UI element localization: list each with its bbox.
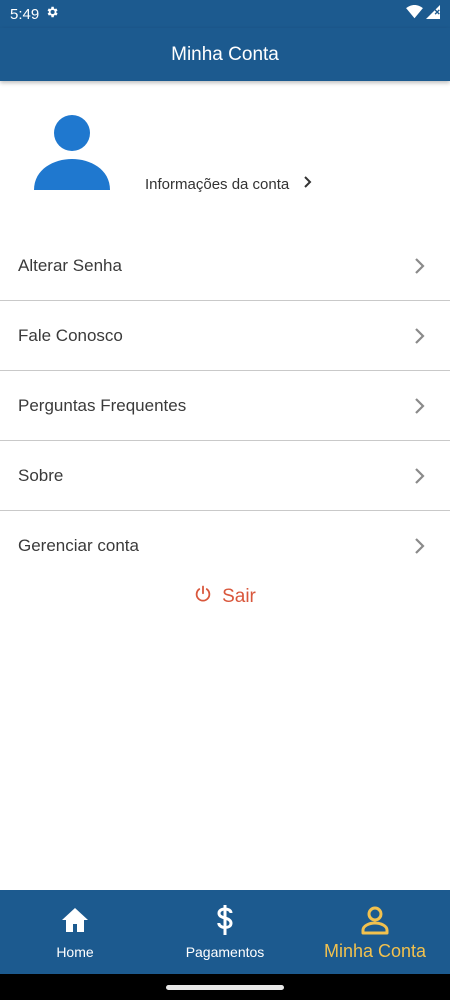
account-info-link[interactable]: Informações da conta <box>145 175 313 193</box>
wifi-icon <box>406 5 423 23</box>
status-bar: 5:49 <box>0 0 450 28</box>
menu-item-label: Fale Conosco <box>18 325 123 345</box>
nav-item-label: Minha Conta <box>323 941 427 961</box>
profile-section: Informações da conta <box>0 81 450 231</box>
menu-item-sobre[interactable]: Sobre <box>0 441 450 511</box>
chevron-right-icon <box>303 175 313 193</box>
chevron-right-icon <box>414 397 426 415</box>
chevron-right-icon <box>414 327 426 345</box>
person-icon <box>34 115 110 190</box>
home-gesture-bar[interactable] <box>166 985 284 990</box>
status-time: 5:49 <box>10 5 40 23</box>
menu-item-label: Alterar Senha <box>18 255 122 275</box>
nav-item-pagamentos[interactable]: Pagamentos <box>150 890 300 974</box>
menu-item-fale-conosco[interactable]: Fale Conosco <box>0 301 450 371</box>
menu-item-gerenciar-conta[interactable]: Gerenciar conta <box>0 511 450 581</box>
avatar <box>32 111 112 191</box>
menu-item-alterar-senha[interactable]: Alterar Senha <box>0 231 450 301</box>
system-gesture-area <box>0 974 450 1000</box>
nav-item-home[interactable]: Home <box>0 890 150 974</box>
home-icon <box>61 904 89 936</box>
power-icon <box>194 585 212 609</box>
menu-item-label: Perguntas Frequentes <box>18 395 187 415</box>
person-icon <box>360 904 390 936</box>
nav-item-label: Home <box>56 944 94 960</box>
nav-item-minha-conta[interactable]: Minha Conta <box>300 890 450 974</box>
chevron-right-icon <box>414 257 426 275</box>
nav-item-label: Pagamentos <box>185 944 265 960</box>
bottom-nav: Home Pagamentos Minha Conta <box>0 890 450 974</box>
app-bar: Minha Conta <box>0 28 450 81</box>
dollar-icon <box>215 904 235 936</box>
page-title: Minha Conta <box>171 43 279 65</box>
account-info-label: Informações da conta <box>145 175 290 193</box>
gear-icon <box>45 5 59 23</box>
menu-item-label: Gerenciar conta <box>18 536 139 555</box>
logout-button[interactable]: Sair <box>0 584 450 610</box>
logout-label: Sair <box>222 586 256 607</box>
menu-list: Alterar Senha Fale Conosco Perguntas Fre… <box>0 231 450 581</box>
chevron-right-icon <box>414 467 426 485</box>
signal-icon <box>426 5 440 23</box>
menu-item-perguntas-frequentes[interactable]: Perguntas Frequentes <box>0 371 450 441</box>
chevron-right-icon <box>414 537 426 555</box>
menu-item-label: Sobre <box>18 465 64 485</box>
